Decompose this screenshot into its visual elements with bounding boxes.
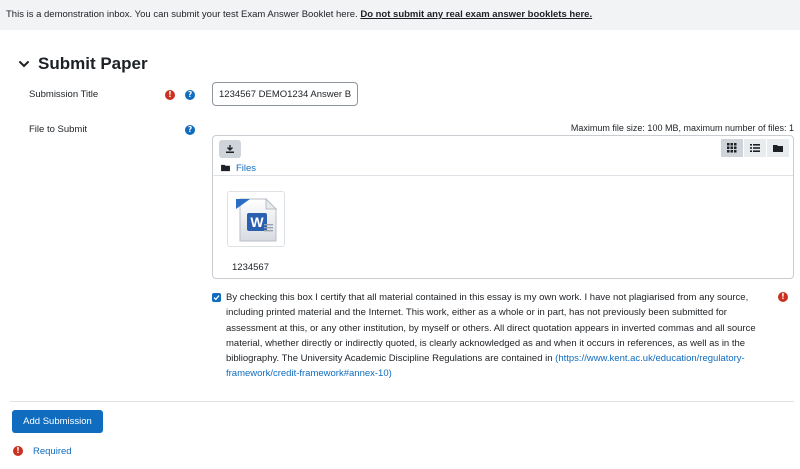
files-breadcrumb-link[interactable]: Files [236, 163, 256, 174]
folder-icon [221, 164, 230, 172]
required-error-icon: ! [165, 90, 175, 100]
icon-view-button[interactable] [721, 139, 743, 157]
demo-notice: This is a demonstration inbox. You can s… [6, 9, 592, 20]
svg-text:W: W [250, 214, 264, 230]
list-view-button[interactable] [744, 139, 766, 157]
help-icon[interactable]: ? [185, 90, 195, 100]
notice-warning: Do not submit any real exam answer bookl… [360, 9, 593, 20]
required-error-icon: ! [13, 446, 23, 456]
chevron-down-icon[interactable] [18, 58, 30, 70]
max-file-info: Maximum file size: 100 MB, maximum numbe… [570, 123, 794, 133]
submission-title-input[interactable] [212, 82, 358, 106]
add-file-button[interactable] [219, 140, 241, 158]
list-icon [750, 144, 760, 152]
upload-icon [226, 145, 234, 153]
divider [10, 401, 794, 402]
submission-title-label: Submission Title [29, 89, 99, 100]
file-tile[interactable]: W [227, 191, 285, 247]
required-legend: Required [33, 446, 72, 457]
file-picker[interactable]: Files W 1234567 [212, 135, 794, 279]
tree-view-button[interactable] [767, 139, 789, 157]
help-icon[interactable]: ? [185, 125, 195, 135]
section-header[interactable]: Submit Paper [18, 54, 148, 74]
folder-icon [773, 145, 783, 152]
file-to-submit-label: File to Submit [29, 124, 88, 135]
add-submission-button[interactable]: Add Submission [12, 410, 103, 433]
certify-checkbox[interactable] [212, 293, 221, 302]
grid-icon [727, 143, 737, 153]
notice-bar: This is a demonstration inbox. You can s… [0, 0, 800, 30]
file-picker-toolbar: Files [213, 136, 793, 176]
check-icon [213, 295, 220, 301]
certification-statement: By checking this box I certify that all … [226, 290, 776, 382]
file-name[interactable]: 1234567 [232, 262, 269, 273]
notice-text: This is a demonstration inbox. You can s… [6, 9, 361, 20]
word-document-icon: W [236, 197, 278, 242]
required-error-icon: ! [778, 292, 788, 302]
section-title: Submit Paper [38, 54, 148, 73]
view-mode-buttons [720, 139, 789, 157]
